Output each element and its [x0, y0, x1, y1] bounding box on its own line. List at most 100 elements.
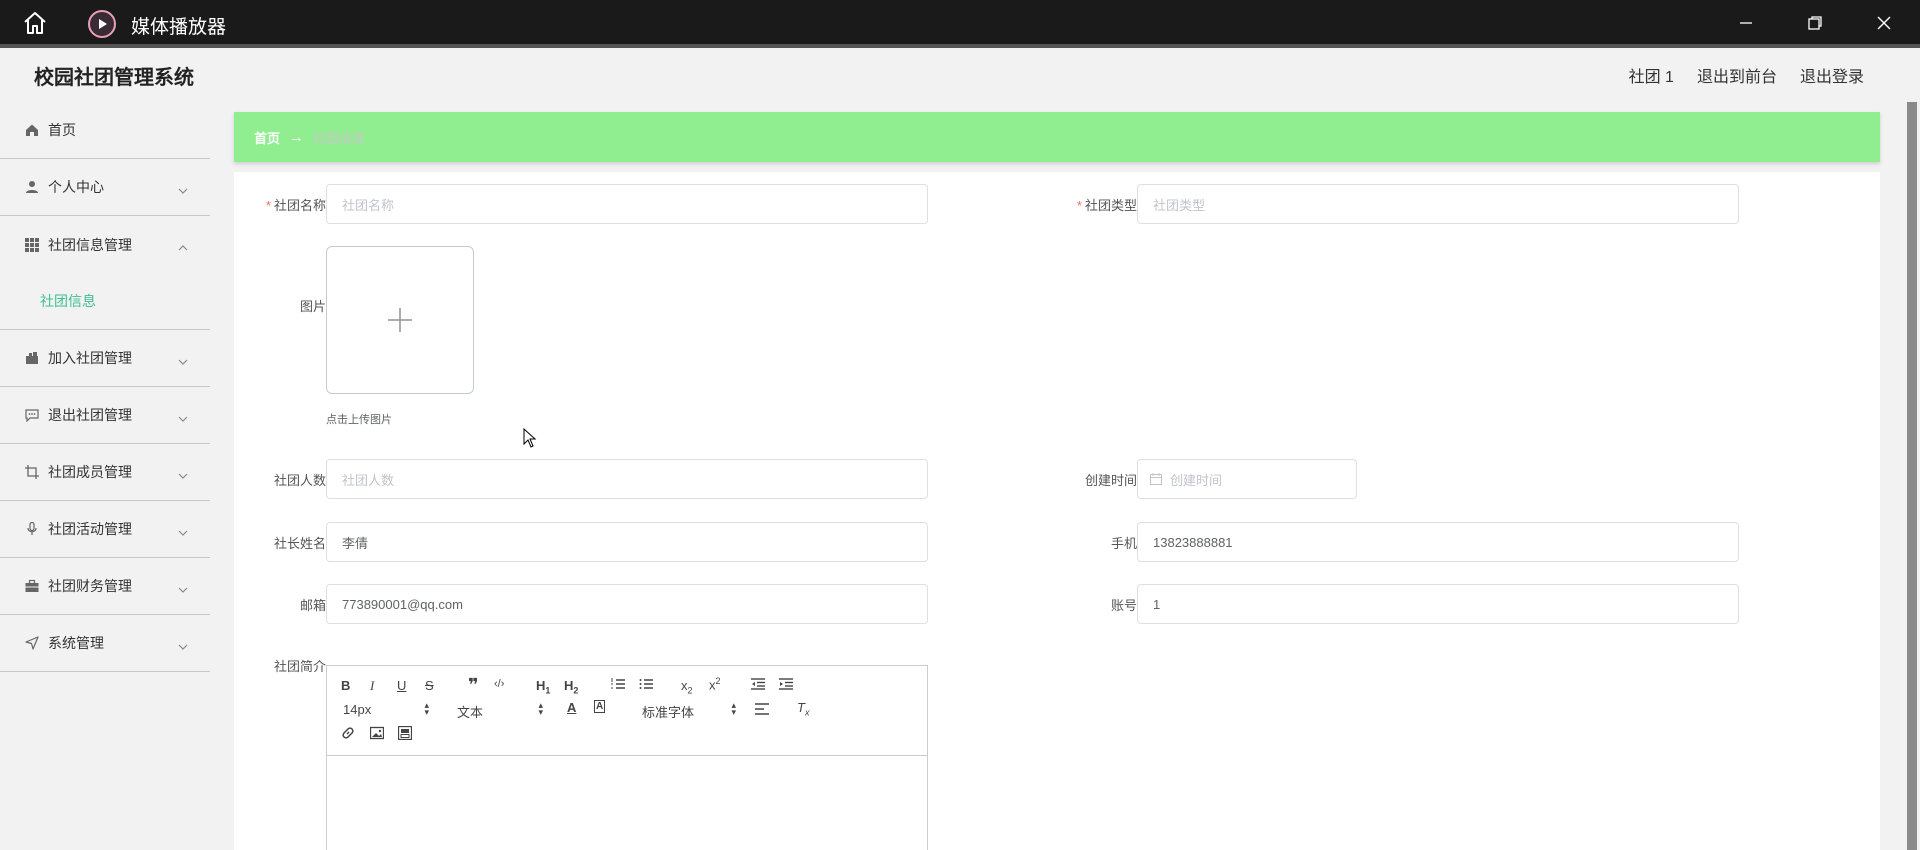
system-title: 校园社团管理系统 — [34, 67, 194, 89]
select-arrows-icon: ▴ ▾ — [731, 700, 736, 717]
upload-tip: 点击上传图片 — [326, 414, 392, 426]
chevron-down-icon — [178, 466, 188, 482]
mic-icon — [24, 521, 40, 537]
briefcase-icon — [24, 578, 40, 594]
account-label: 账号 — [1110, 598, 1137, 613]
media-player-logo-icon — [88, 10, 116, 38]
sidebar-item-club-info-management[interactable]: 社团信息管理 — [0, 216, 210, 273]
chevron-down-icon — [178, 523, 188, 539]
app-title: 媒体播放器 — [131, 17, 227, 38]
select-arrows-icon: ▴ ▾ — [538, 700, 543, 717]
email-label: 邮箱 — [299, 598, 326, 613]
font-size-value: 14px — [343, 702, 372, 717]
indent-icon[interactable] — [779, 678, 793, 693]
superscript-button[interactable]: x2 — [709, 676, 721, 692]
video-icon[interactable] — [397, 725, 413, 743]
home-icon — [24, 122, 40, 138]
member-count-input[interactable]: 社团人数 — [326, 459, 928, 499]
sidebar-item-member-management[interactable]: 社团成员管理 — [0, 444, 210, 501]
clear-format-icon[interactable]: Tx — [797, 700, 809, 718]
background-color-icon[interactable]: A — [594, 700, 606, 713]
sidebar-item-quit-club-management[interactable]: 退出社团管理 — [0, 387, 210, 444]
send-icon — [24, 635, 40, 651]
subscript-button[interactable]: x2 — [681, 678, 693, 696]
chevron-down-icon — [178, 580, 188, 596]
strike-button[interactable]: S — [425, 678, 434, 693]
created-time-picker[interactable]: 创建时间 — [1137, 459, 1357, 499]
chevron-down-icon — [178, 637, 188, 653]
sidebar-item-join-club-management[interactable]: 加入社团管理 — [0, 330, 210, 387]
restore-button[interactable] — [1797, 8, 1833, 38]
chevron-down-icon — [178, 181, 188, 197]
club-name-input[interactable]: 社团名称 — [326, 184, 928, 224]
chat-icon — [24, 407, 40, 423]
italic-button[interactable]: I — [370, 678, 374, 694]
sidebar-item-label: 加入社团管理 — [48, 350, 132, 366]
select-arrows-icon: ▴ ▾ — [424, 700, 429, 717]
email-input[interactable]: 773890001@qq.com — [326, 584, 928, 624]
phone-label: 手机 — [1110, 536, 1137, 551]
image-icon[interactable] — [369, 726, 385, 743]
sidebar-item-home[interactable]: 首页 — [0, 102, 210, 159]
sidebar-item-label: 首页 — [48, 122, 76, 138]
bag-icon — [24, 350, 40, 366]
sidebar-item-personal-center[interactable]: 个人中心 — [0, 159, 210, 216]
breadcrumb-arrow-icon: → — [289, 128, 305, 146]
editor-toolbar: B I U S ❞ ‹/› H1 H2 x2 x2 14px ▴ ▾ 文本 ▴ … — [327, 666, 927, 756]
image-upload-button[interactable] — [326, 246, 474, 394]
minimize-button[interactable] — [1728, 8, 1764, 38]
close-button[interactable] — [1866, 8, 1902, 38]
plus-icon — [388, 308, 412, 332]
logout-link[interactable]: 退出登录 — [1800, 63, 1864, 87]
bold-button[interactable]: B — [341, 678, 350, 693]
created-time-label: 创建时间 — [1084, 473, 1137, 488]
outdent-icon[interactable] — [751, 678, 765, 693]
sidebar-item-system-management[interactable]: 系统管理 — [0, 615, 210, 672]
phone-input[interactable]: 13823888881 — [1137, 522, 1739, 562]
leader-name-label: 社长姓名 — [273, 536, 326, 551]
window-titlebar: 媒体播放器 — [0, 0, 1920, 44]
mouse-cursor-icon — [523, 427, 537, 453]
member-count-label: 社团人数 — [273, 473, 326, 488]
sidebar-item-activity-management[interactable]: 社团活动管理 — [0, 501, 210, 558]
blockquote-icon[interactable]: ❞ — [468, 675, 479, 696]
breadcrumb-home-link[interactable]: 首页 — [254, 128, 280, 147]
header-club-user-link[interactable]: 社团 1 — [1629, 63, 1674, 87]
club-type-input[interactable]: 社团类型 — [1137, 184, 1739, 224]
rich-text-editor: B I U S ❞ ‹/› H1 H2 x2 x2 14px ▴ ▾ 文本 ▴ … — [326, 665, 928, 850]
intro-label: 社团简介 — [273, 659, 326, 674]
header-2-button[interactable]: H2 — [564, 678, 578, 696]
account-input[interactable]: 1 — [1137, 584, 1739, 624]
code-block-icon[interactable]: ‹/› — [494, 678, 504, 690]
grid-icon — [24, 237, 40, 253]
sidebar-item-label: 社团财务管理 — [48, 578, 132, 594]
home-icon[interactable] — [22, 11, 48, 35]
sidebar: 首页 个人中心 社团信息管理 社团信息 加入社团管理 退出社团管理 社团成员管理 — [0, 102, 210, 850]
breadcrumb-current: 社团信息 — [313, 130, 366, 146]
header-1-button[interactable]: H1 — [536, 678, 550, 696]
club-name-label: * 社团名称 — [265, 198, 326, 213]
scrollbar-thumb[interactable] — [1907, 102, 1917, 850]
sidebar-item-label: 社团活动管理 — [48, 521, 132, 537]
leader-name-input[interactable]: 李倩 — [326, 522, 928, 562]
created-time-placeholder: 创建时间 — [1170, 472, 1223, 488]
back-to-frontend-link[interactable]: 退出到前台 — [1697, 63, 1777, 87]
align-left-icon[interactable] — [755, 703, 769, 718]
sidebar-subitem-club-info[interactable]: 社团信息 — [0, 273, 210, 330]
format-select[interactable]: 文本 ▴ ▾ — [457, 700, 543, 721]
chevron-down-icon — [178, 352, 188, 368]
font-family-select[interactable]: 标准字体 ▴ ▾ — [642, 700, 736, 721]
font-color-icon[interactable]: A — [567, 700, 576, 715]
vertical-scrollbar[interactable] — [1904, 102, 1920, 850]
app-header: 校园社团管理系统 社团 1 退出到前台 退出登录 — [0, 48, 1904, 98]
ordered-list-icon[interactable] — [611, 678, 625, 693]
link-icon[interactable] — [341, 726, 355, 743]
crop-icon — [24, 464, 40, 480]
sidebar-item-label: 社团信息管理 — [48, 236, 132, 253]
font-size-select[interactable]: 14px ▴ ▾ — [343, 700, 429, 718]
bullet-list-icon[interactable] — [639, 678, 653, 693]
underline-button[interactable]: U — [397, 678, 406, 693]
club-info-form: * 社团名称 社团名称 * 社团类型 社团类型 图片 点击上传图片 社团人数 社团人… — [234, 172, 1880, 850]
sidebar-item-finance-management[interactable]: 社团财务管理 — [0, 558, 210, 615]
format-value: 文本 — [457, 705, 484, 720]
